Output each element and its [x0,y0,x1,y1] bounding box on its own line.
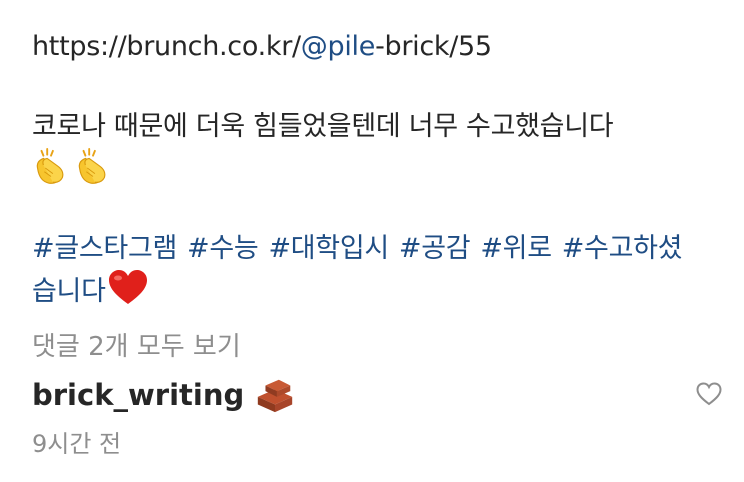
link-suffix[interactable]: -brick/55 [375,31,492,62]
brick-icon [258,379,293,413]
emoji-row [32,144,722,190]
hashtag-link[interactable]: #공감 [399,233,471,264]
hashtag-link[interactable]: #위로 [480,233,552,264]
hashtag-link[interactable]: #대학입시 [268,233,389,264]
heart-outline-icon[interactable] [696,382,722,406]
hashtag-link[interactable]: #글스타그램 [32,233,177,264]
hashtag-continuation[interactable]: 습니다 [32,276,106,307]
comment-timestamp: 9시간 전 [32,430,122,458]
clapping-hands-icon [78,148,106,184]
caption-message: 코로나 때문에 더욱 힘들었을텐데 너무 수고했습니다 [32,111,614,142]
caption-link-line[interactable]: https://brunch.co.kr/@pile-brick/55 [32,26,722,68]
clapping-hands-icon [36,148,64,184]
red-heart-icon [108,270,147,304]
hashtag-link[interactable]: #수고하셨 [562,233,683,264]
post-caption: https://brunch.co.kr/@pile-brick/55 코로나 … [32,26,722,313]
hashtag-line: #글스타그램 #수능 #대학입시 #공감 #위로 #수고하셨 [32,228,722,270]
view-all-comments-link[interactable]: 댓글 2개 모두 보기 [32,326,241,363]
hashtag-link[interactable]: #수능 [187,233,259,264]
hashtag-line-continued: 습니다 [32,270,722,313]
mention-link[interactable]: @pile [301,31,376,62]
link-prefix[interactable]: https://brunch.co.kr/ [32,31,301,62]
comment-username[interactable]: brick_writing [32,378,244,412]
comment-header: brick_writing [32,372,296,418]
